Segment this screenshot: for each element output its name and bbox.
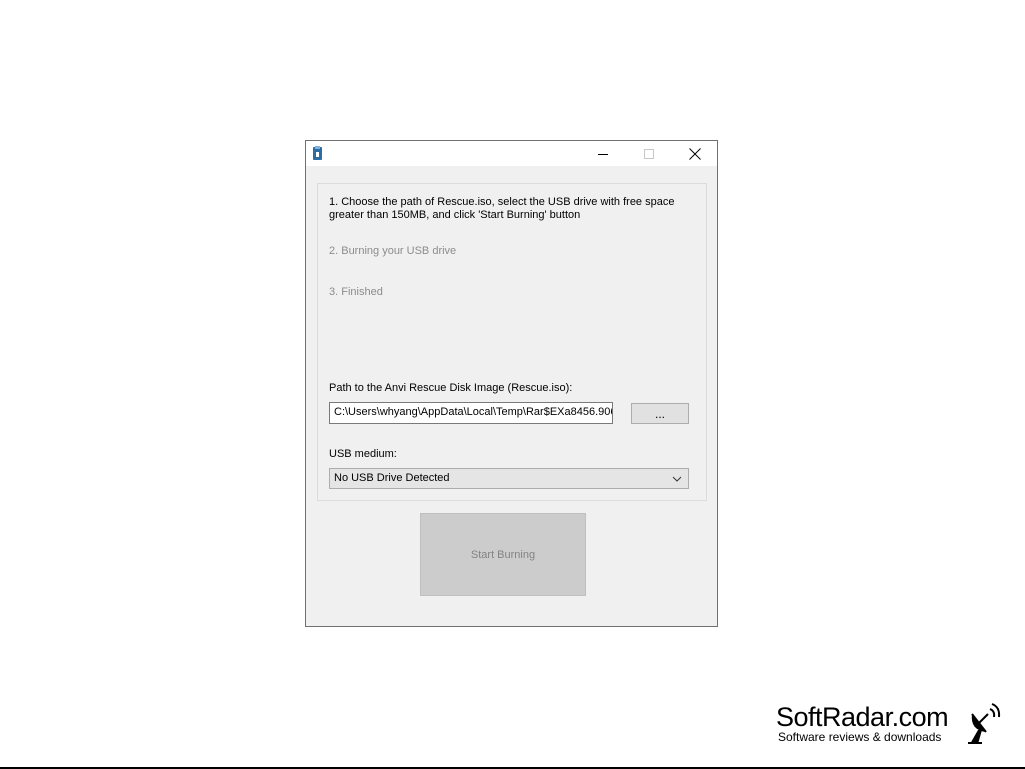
usb-medium-select[interactable]: No USB Drive Detected [329, 468, 689, 489]
step-3-text: 3. Finished [329, 286, 383, 298]
title-bar[interactable] [306, 141, 717, 166]
close-icon [689, 147, 701, 160]
step-2-text: 2. Burning your USB drive [329, 245, 457, 257]
watermark-title: SoftRadar.com [776, 702, 949, 732]
softradar-watermark: SoftRadar.com Software reviews & downloa… [776, 700, 1008, 748]
chevron-down-icon [672, 476, 682, 482]
satellite-dish-icon [968, 703, 1001, 744]
maximize-button[interactable] [626, 141, 672, 166]
start-burning-button[interactable]: Start Burning [420, 513, 586, 596]
usb-drive-icon [313, 146, 322, 160]
screen: 1. Choose the path of Rescue.iso, select… [0, 0, 1025, 769]
minimize-button[interactable] [580, 141, 626, 166]
close-button[interactable] [672, 141, 718, 166]
usb-selected-value: No USB Drive Detected [334, 472, 450, 484]
path-label: Path to the Anvi Rescue Disk Image (Resc… [329, 382, 573, 394]
options-group: 1. Choose the path of Rescue.iso, select… [317, 183, 707, 501]
browse-button[interactable]: ... [631, 403, 689, 424]
step-1-text: 1. Choose the path of Rescue.iso, select… [329, 196, 675, 221]
maximize-icon [644, 148, 654, 159]
usb-medium-label: USB medium: [329, 448, 397, 460]
watermark-subtitle: Software reviews & downloads [778, 730, 942, 744]
minimize-icon [598, 153, 608, 155]
app-window: 1. Choose the path of Rescue.iso, select… [305, 140, 718, 627]
path-input[interactable]: C:\Users\whyang\AppData\Local\Temp\Rar$E… [329, 402, 613, 424]
